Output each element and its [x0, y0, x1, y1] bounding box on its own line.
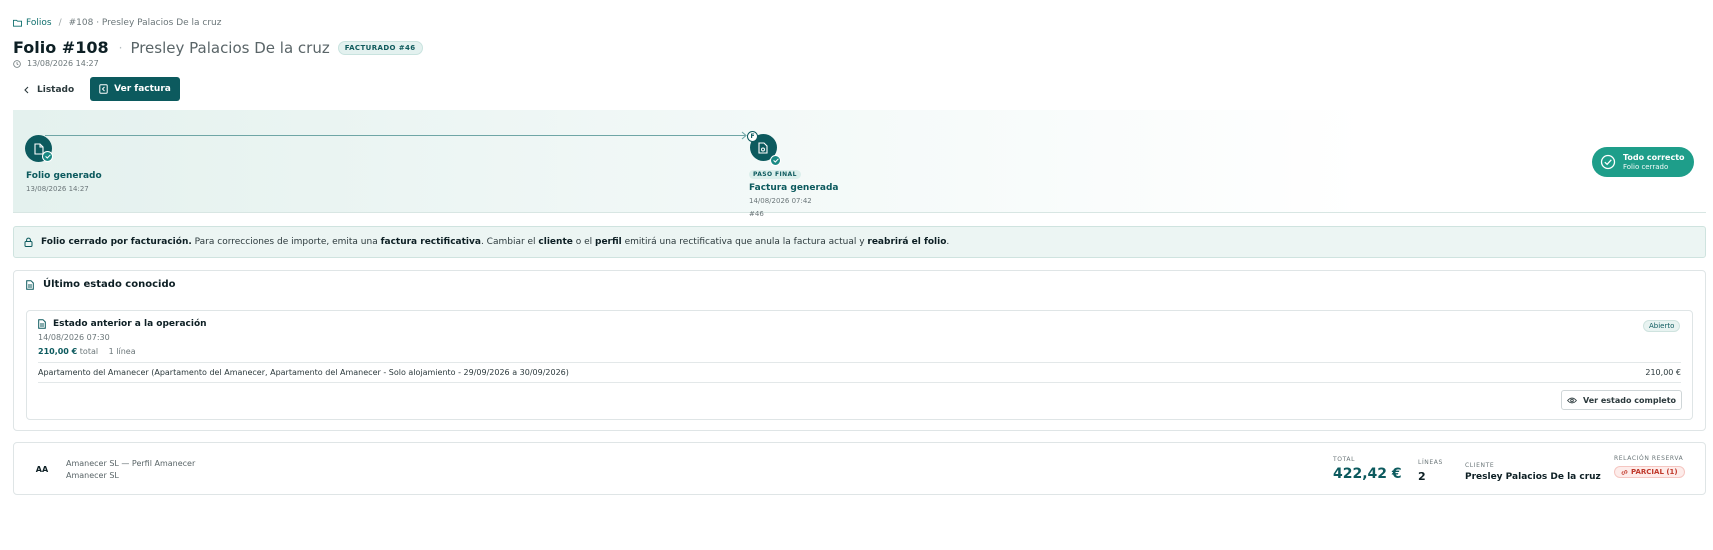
company-profile: Amanecer SL — Perfil Amanecer — [66, 459, 196, 468]
banner-text-5: . — [946, 237, 950, 247]
client-value: Presley Palacios De la cruz — [1465, 472, 1601, 482]
check-icon — [770, 155, 781, 166]
status-all-correct: Todo correcto Folio cerrado — [1592, 147, 1694, 177]
view-full-state-label: Ver estado completo — [1582, 395, 1677, 405]
step-invoice-reference: #46 — [749, 210, 764, 218]
previous-state-header: Estado anterior a la operación — [38, 319, 207, 329]
clock-icon — [13, 59, 21, 68]
client-name: Presley Palacios De la cruz — [130, 38, 330, 57]
back-to-list-button[interactable]: Listado — [24, 81, 74, 99]
company-name: Amanecer SL — [66, 471, 119, 480]
banner-text-4: emitirá una rectificativa que anula la f… — [621, 237, 868, 247]
status-badge: Abierto — [1643, 320, 1681, 332]
folio-summary-card — [13, 442, 1706, 495]
page-title-row: Folio #108 · Presley Palacios De la cruz… — [13, 38, 423, 57]
divider — [38, 382, 1681, 383]
invoice-gear-icon — [758, 141, 768, 154]
breadcrumb-root-label: Folios — [26, 18, 52, 28]
timeline-connector — [45, 135, 745, 136]
relation-status-text: PARCIAL (1) — [1631, 468, 1678, 476]
previous-state-summary: 210,00 € total 1 línea — [38, 347, 136, 356]
final-flag-icon: F — [747, 131, 758, 142]
avatar: AA — [35, 464, 49, 474]
folder-icon — [13, 19, 22, 27]
banner-text-2: . Cambiar el — [480, 237, 539, 247]
folio-date-text: 13/08/2026 14:27 — [27, 59, 99, 68]
total-label: TOTAL — [1333, 456, 1356, 463]
status-subtitle: Folio cerrado — [1623, 162, 1669, 171]
check-icon — [42, 151, 53, 162]
view-full-state-button[interactable]: Ver estado completo — [1561, 390, 1682, 410]
chevron-left-icon — [24, 86, 29, 94]
banner-rectificativa: factura rectificativa — [380, 237, 481, 247]
last-state-header: Último estado conocido — [26, 279, 175, 290]
invoiced-badge: FACTURADO #46 — [337, 40, 423, 55]
document-lines-icon — [26, 279, 34, 290]
breadcrumb: Folios / #108 · Presley Palacios De la c… — [13, 18, 221, 28]
status-title: Todo correcto — [1623, 152, 1685, 162]
title-separator: · — [118, 40, 123, 55]
client-label: CLIENTE — [1465, 462, 1495, 469]
step-folio-generated-date: 13/08/2026 14:27 — [26, 185, 89, 193]
line-item-amount: 210,00 € — [1645, 368, 1681, 377]
last-state-title: Último estado conocido — [43, 279, 176, 290]
folio-closed-banner: Folio cerrado por facturación. Para corr… — [13, 226, 1706, 258]
previous-state-amount-suffix: total — [79, 347, 99, 356]
breadcrumb-folios-link[interactable]: Folios — [13, 18, 52, 28]
view-invoice-label: Ver factura — [114, 84, 171, 94]
banner-closed-text: Folio cerrado por facturación. — [41, 237, 192, 247]
timeline-panel — [13, 110, 1706, 213]
previous-state-card — [26, 310, 1693, 420]
eye-icon — [1566, 397, 1577, 403]
lock-icon — [24, 237, 33, 247]
step-invoice-generated-date: 14/08/2026 07:42 — [749, 197, 812, 205]
check-circle-icon — [1600, 154, 1616, 170]
previous-state-title: Estado anterior a la operación — [53, 319, 207, 329]
company-info: Amanecer SL — Perfil Amanecer Amanecer S… — [66, 458, 195, 482]
banner-text-3: o el — [572, 237, 595, 247]
banner-text-1: Para correcciones de importe, emita una — [191, 237, 381, 247]
previous-state-lines: 1 línea — [108, 347, 136, 356]
invoice-icon — [99, 84, 108, 94]
line-item-description: Apartamento del Amanecer (Apartamento de… — [38, 368, 569, 377]
relation-label: RELACIÓN RESERVA — [1614, 455, 1684, 462]
link-icon — [1621, 469, 1628, 475]
relation-status-badge[interactable]: PARCIAL (1) — [1614, 466, 1685, 478]
lines-value: 2 — [1418, 470, 1426, 483]
breadcrumb-separator: / — [58, 18, 62, 28]
total-value: 422,42 € — [1333, 466, 1402, 482]
lines-label: LÍNEAS — [1418, 459, 1443, 466]
step-folio-generated-label: Folio generado — [26, 171, 102, 181]
page-title: Folio #108 — [13, 38, 109, 57]
banner-cliente: cliente — [538, 237, 573, 247]
banner-reabrira: reabrirá el folio — [867, 237, 947, 247]
back-label: Listado — [37, 85, 75, 95]
banner-perfil: perfil — [595, 237, 622, 247]
previous-state-amount: 210,00 € — [38, 347, 78, 356]
divider — [38, 362, 1681, 363]
folio-date: 13/08/2026 14:27 — [13, 59, 99, 68]
step-invoice-generated-label: Factura generada — [749, 183, 839, 193]
breadcrumb-current: #108 · Presley Palacios De la cruz — [68, 18, 222, 28]
previous-state-date: 14/08/2026 07:30 — [38, 333, 110, 342]
document-lines-icon — [38, 319, 46, 329]
view-invoice-button[interactable]: Ver factura — [90, 77, 180, 101]
final-step-badge: PASO FINAL — [749, 170, 801, 179]
